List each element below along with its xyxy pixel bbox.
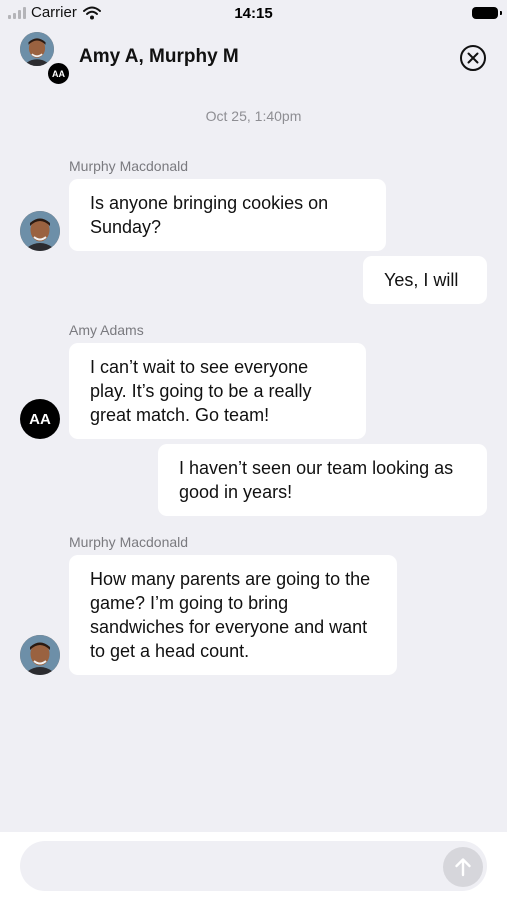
avatar-initials[interactable]: AA xyxy=(20,399,60,439)
close-icon[interactable] xyxy=(459,44,487,72)
message-sender: Murphy Macdonald xyxy=(69,158,189,174)
outgoing-message-bubble[interactable]: I haven’t seen our team looking as good … xyxy=(158,444,487,516)
incoming-message-bubble[interactable]: How many parents are going to the game? … xyxy=(69,555,397,675)
status-time: 14:15 xyxy=(234,5,273,22)
avatar-initials-label: AA xyxy=(52,68,65,79)
send-button[interactable] xyxy=(443,847,483,887)
message-input[interactable] xyxy=(20,841,487,891)
avatar-photo[interactable] xyxy=(20,211,60,251)
battery-icon xyxy=(472,7,502,19)
chat-header: AA Amy A, Murphy M xyxy=(0,28,507,88)
avatar-photo[interactable] xyxy=(20,635,60,675)
arrow-up-icon xyxy=(455,858,471,877)
avatar-photo xyxy=(20,32,54,66)
group-avatar[interactable]: AA xyxy=(20,32,74,86)
avatar-initials: AA xyxy=(46,61,71,86)
status-bar: Carrier 14:15 xyxy=(0,0,507,28)
conversation-timestamp: Oct 25, 1:40pm xyxy=(205,108,302,124)
incoming-message-bubble[interactable]: Is anyone bringing cookies on Sunday? xyxy=(69,179,386,251)
message-sender: Murphy Macdonald xyxy=(69,534,189,550)
message-composer xyxy=(0,832,507,900)
avatar-initials-label: AA xyxy=(29,410,51,428)
chat-title: Amy A, Murphy M xyxy=(79,46,239,67)
incoming-message-bubble[interactable]: I can’t wait to see everyone play. It’s … xyxy=(69,343,366,439)
message-sender: Amy Adams xyxy=(69,322,144,338)
outgoing-message-bubble[interactable]: Yes, I will xyxy=(363,256,487,304)
